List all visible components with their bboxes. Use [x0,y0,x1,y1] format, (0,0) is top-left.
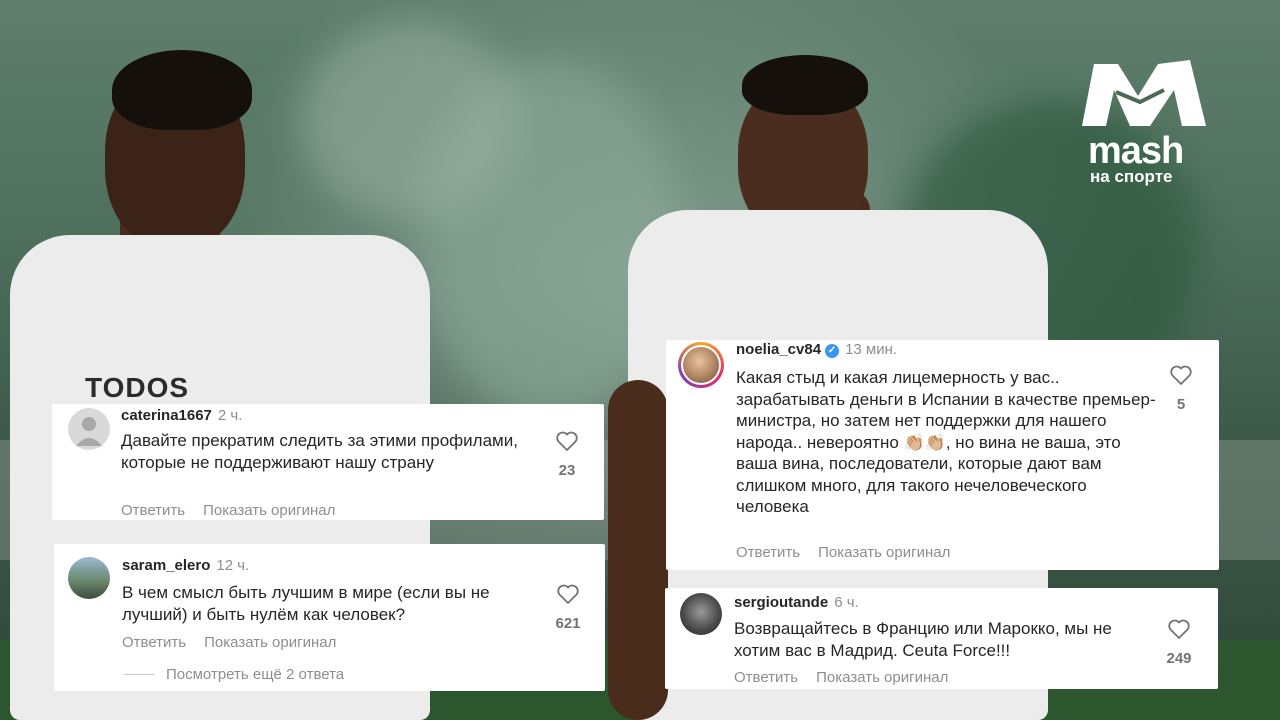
reply-button[interactable]: Ответить [122,634,186,651]
comment-text: В чем смысл быть лучшим в мире (если вы … [122,583,490,624]
show-original-button[interactable]: Показать оригинал [204,634,336,651]
comment-card: saram_elero 12 ч. В чем смысл быть лучшим… [54,544,605,691]
reply-button[interactable]: Ответить [734,669,798,686]
like-heart-icon[interactable] [1167,618,1191,640]
avatar[interactable] [680,593,722,635]
like-heart-icon[interactable] [555,430,579,452]
mash-logo: mash на спорте [1078,56,1218,190]
comment-time: 13 мин. [845,341,898,358]
like-count: 5 [1176,396,1186,413]
comment-text: Какая стыд и какая лицемерность у вас.. … [736,368,1156,516]
logo-wordmark: mash [1088,130,1184,172]
comment-card: sergioutande 6 ч. Возвращайтесь в Францию… [665,588,1218,689]
avatar[interactable] [68,408,110,450]
comment-text: Возвращайтесь в Францию или Марокко, мы … [734,619,1112,660]
comment-username[interactable]: saram_elero 12 ч. [122,557,249,574]
default-avatar-icon [76,417,102,446]
logo-subtitle: на спорте [1090,167,1173,186]
like-heart-icon[interactable] [1169,364,1193,386]
verified-badge-icon: ✓ [825,344,840,358]
like-count: 249 [1166,650,1192,667]
show-original-button[interactable]: Показать оригинал [818,544,950,561]
avatar[interactable] [68,557,110,599]
like-heart-icon[interactable] [556,583,580,605]
like-count: 621 [555,615,581,632]
reply-button[interactable]: Ответить [736,544,800,561]
comment-time: 2 ч. [217,407,243,424]
comment-time: 12 ч. [216,557,250,574]
more-replies-line [124,674,154,675]
show-original-button[interactable]: Показать оригинал [816,669,948,686]
mash-m-mark [1082,60,1206,126]
comment-username[interactable]: sergioutande 6 ч. [734,594,859,611]
avatar[interactable] [678,342,724,388]
comment-time: 6 ч. [834,594,859,611]
comment-text: Давайте прекратим следить за этими профи… [121,431,518,472]
reply-button[interactable]: Ответить [121,502,185,519]
view-more-replies-label: Посмотреть ещё 2 ответа [166,666,345,683]
like-count: 23 [558,462,576,479]
comment-username[interactable]: noelia_cv84 ✓ 13 мин. [736,341,897,358]
comment-card: noelia_cv84 ✓ 13 мин. Какая стыд и какая л… [666,340,1219,570]
comment-card: caterina1667 2 ч. Давайте прекратим следи… [52,404,604,520]
view-more-replies[interactable]: Посмотреть ещё 2 ответа [124,666,344,683]
show-original-button[interactable]: Показать оригинал [203,502,335,519]
comment-username[interactable]: caterina1667 2 ч. [121,407,242,424]
